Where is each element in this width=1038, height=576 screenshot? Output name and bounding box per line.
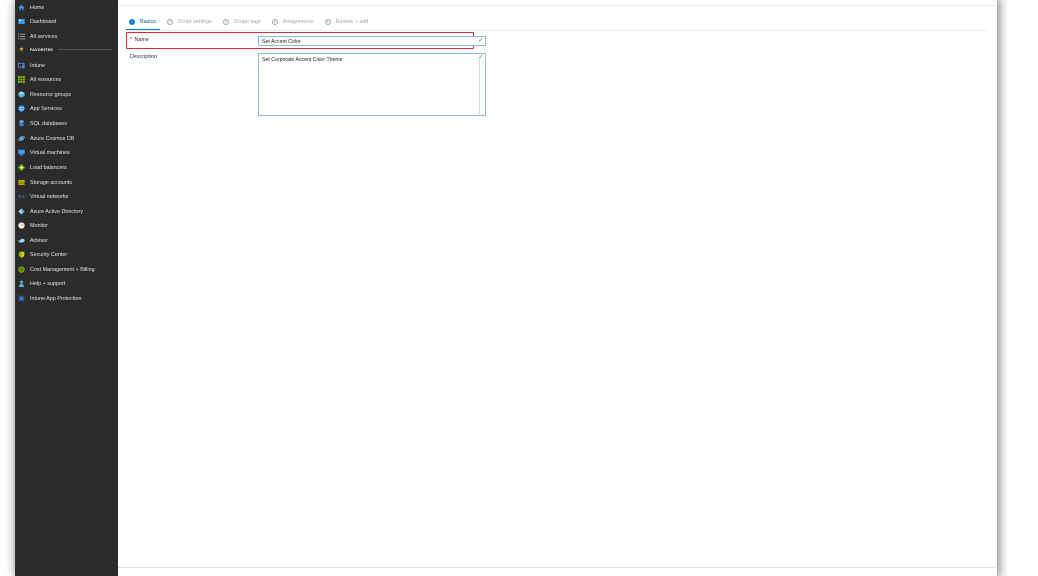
tab-review-add[interactable]: 5 Review + add <box>324 14 369 30</box>
person-icon <box>18 280 25 287</box>
step-number: 5 <box>324 19 331 25</box>
sidebar-item-all-resources[interactable]: All resources <box>15 73 118 86</box>
sidebar-item-label: Azure Active Directory <box>30 208 84 215</box>
sidebar: Home Dashboard All services ★ FAVORITES … <box>15 0 118 576</box>
description-textarea[interactable]: Set Corporate Accent Color Theme <box>258 53 486 116</box>
tab-label: Scope tags <box>233 19 261 25</box>
sidebar-item-help-support[interactable]: Help + support <box>15 277 118 290</box>
sidebar-item-azure-cosmos-db[interactable]: Azure Cosmos DB <box>15 132 118 145</box>
app-protection-icon <box>18 295 25 302</box>
sidebar-item-label: Dashboard <box>30 18 57 25</box>
sidebar-item-azure-active-directory[interactable]: Azure Active Directory <box>15 205 118 218</box>
gauge-icon <box>18 222 25 229</box>
sidebar-item-label: App Services <box>30 105 62 112</box>
tab-script-settings[interactable]: 2 Script settings <box>166 14 212 30</box>
home-icon <box>18 4 25 11</box>
network-icon <box>18 193 25 200</box>
sidebar-item-dashboard[interactable]: Dashboard <box>15 15 118 28</box>
sidebar-item-app-services[interactable]: App Services <box>15 102 118 115</box>
description-value: Set Corporate Accent Color Theme <box>262 57 343 63</box>
description-scrollbar[interactable] <box>479 60 480 114</box>
sidebar-item-virtual-machines[interactable]: Virtual machines <box>15 146 118 159</box>
sidebar-item-load-balancers[interactable]: Load balancers <box>15 161 118 174</box>
sidebar-item-intune[interactable]: Intune <box>15 59 118 72</box>
tabs-divider <box>129 30 986 31</box>
intune-icon <box>18 62 25 69</box>
sidebar-item-label: Monitor <box>30 222 48 229</box>
sidebar-item-home[interactable]: Home <box>15 1 118 14</box>
step-number: 2 <box>166 19 173 25</box>
step-number: 1 <box>129 19 135 25</box>
planet-icon <box>18 135 25 142</box>
cloud-icon <box>18 237 25 244</box>
tab-label: Review + add <box>335 19 369 25</box>
sidebar-item-storage-accounts[interactable]: Storage accounts <box>15 176 118 189</box>
favorites-divider <box>58 49 112 50</box>
sidebar-item-sql-databases[interactable]: SQL databases <box>15 117 118 130</box>
tab-label: Assignments <box>282 19 314 25</box>
sidebar-item-advisor[interactable]: Advisor <box>15 234 118 247</box>
globe-icon <box>18 105 25 112</box>
sidebar-item-resource-groups[interactable]: Resource groups <box>15 88 118 101</box>
sidebar-item-label: Advisor <box>30 237 48 244</box>
description-valid-check-icon: ✓ <box>478 54 484 61</box>
diamond-icon <box>18 164 25 171</box>
shield-icon <box>18 251 25 258</box>
star-icon: ★ <box>18 47 25 53</box>
tab-label: Script settings <box>177 19 212 25</box>
sidebar-item-label: Virtual machines <box>30 149 70 156</box>
name-valid-check-icon: ✓ <box>478 37 484 44</box>
grid-icon <box>18 76 25 83</box>
sidebar-item-label: SQL databases <box>30 120 67 127</box>
cube-icon <box>18 91 25 98</box>
description-label: Description <box>130 54 157 60</box>
sidebar-item-label: Help + support <box>30 280 66 287</box>
favorites-header: ★ FAVORITES <box>15 45 118 54</box>
sidebar-item-label: Load balancers <box>30 164 67 171</box>
sidebar-item-label: All services <box>30 33 58 40</box>
dashboard-icon <box>18 18 25 25</box>
sidebar-item-cost-management[interactable]: Cost Management + Billing <box>15 263 118 276</box>
sidebar-item-all-services[interactable]: All services <box>15 30 118 43</box>
step-number: 3 <box>222 19 229 25</box>
database-icon <box>18 120 25 127</box>
name-label-text: Name <box>134 37 149 43</box>
tab-label: Basics <box>140 19 156 25</box>
header-divider <box>118 5 997 6</box>
sidebar-item-label: Home <box>30 4 45 11</box>
name-input[interactable]: Set Accent Color <box>258 36 486 46</box>
required-marker: * <box>130 37 133 43</box>
sidebar-item-label: Security Center <box>30 251 68 258</box>
sidebar-item-label: Virtual networks <box>30 193 69 200</box>
storage-icon <box>18 179 25 186</box>
step-number: 4 <box>271 19 278 25</box>
list-icon <box>18 33 25 40</box>
sidebar-item-label: Storage accounts <box>30 179 72 186</box>
name-label: * Name <box>130 37 149 43</box>
footer-divider <box>118 567 997 568</box>
wizard-tabs: 1 Basics 2 Script settings 3 Scope tags … <box>126 14 379 30</box>
sidebar-item-monitor[interactable]: Monitor <box>15 219 118 232</box>
pyramid-icon <box>18 208 25 215</box>
tab-scope-tags[interactable]: 3 Scope tags <box>222 14 261 30</box>
monitor-icon <box>18 149 25 156</box>
portal-window: Home Dashboard All services ★ FAVORITES … <box>15 0 997 576</box>
coin-icon <box>18 266 25 273</box>
sidebar-item-label: All resources <box>30 76 62 83</box>
favorites-label: FAVORITES <box>30 47 54 52</box>
sidebar-item-label: Resource groups <box>30 91 72 98</box>
name-input-value: Set Accent Color <box>262 38 301 45</box>
sidebar-item-label: Azure Cosmos DB <box>30 135 75 142</box>
main-content: 1 Basics 2 Script settings 3 Scope tags … <box>118 0 997 576</box>
sidebar-item-label: Intune App Protection <box>30 295 82 302</box>
sidebar-item-virtual-networks[interactable]: Virtual networks <box>15 190 118 203</box>
tab-assignments[interactable]: 4 Assignments <box>271 14 314 30</box>
sidebar-item-security-center[interactable]: Security Center <box>15 248 118 261</box>
sidebar-item-label: Cost Management + Billing <box>30 266 95 273</box>
sidebar-item-label: Intune <box>30 62 45 69</box>
sidebar-item-intune-app-protection[interactable]: Intune App Protection <box>15 292 118 305</box>
tab-basics[interactable]: 1 Basics <box>126 14 160 30</box>
